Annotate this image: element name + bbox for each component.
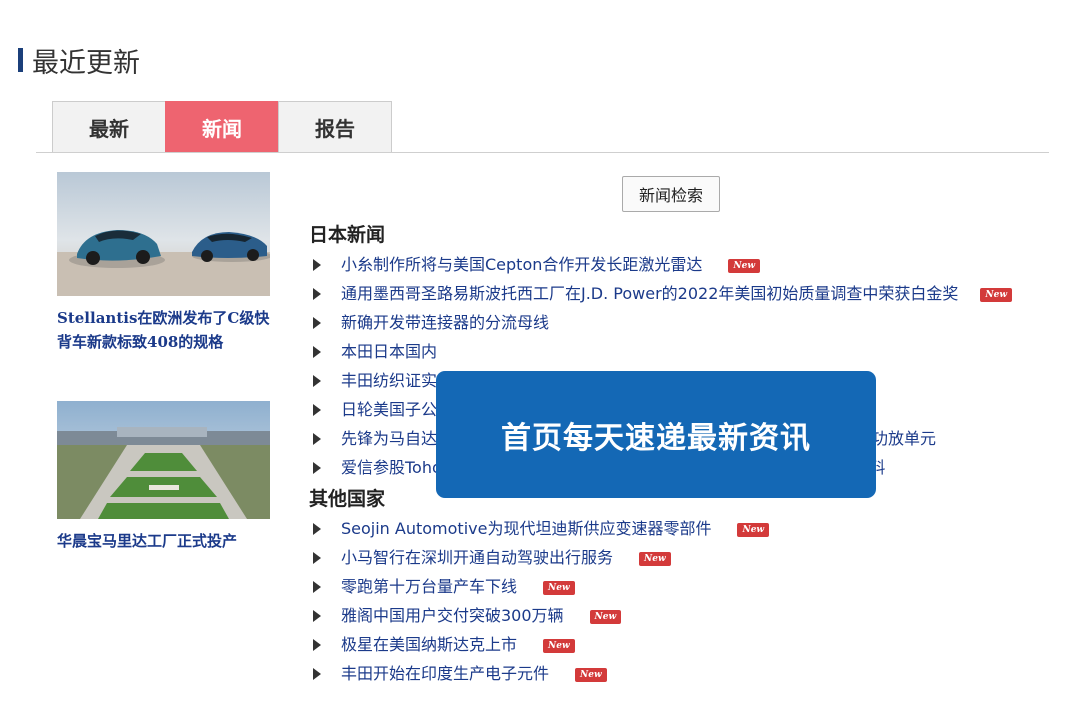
tab-latest[interactable]: 最新: [52, 101, 166, 153]
news-item-title[interactable]: 丰田开始在印度生产电子元件: [341, 664, 549, 683]
new-badge: New: [639, 551, 671, 566]
news-item-title[interactable]: 通用墨西哥圣路易斯波托西工厂在J.D. Power的2022年美国初始质量调查中…: [341, 284, 958, 303]
news-item[interactable]: 雅阁中国用户交付突破300万辆 New: [309, 601, 1039, 630]
news-item-title[interactable]: 小马智行在深圳开通自动驾驶出行服务: [341, 548, 613, 567]
news-item-title-tail[interactable]: 功放单元: [872, 424, 936, 453]
bullet-arrow-icon: [313, 462, 321, 474]
news-item[interactable]: Seojin Automotive为现代坦迪斯供应变速器零部件 New: [309, 514, 1039, 543]
news-item[interactable]: 丰田开始在印度生产电子元件 New: [309, 659, 1039, 688]
bullet-arrow-icon: [313, 581, 321, 593]
promo-toast: 首页每天速递最新资讯: [436, 371, 876, 498]
new-badge: New: [575, 667, 607, 682]
bullet-arrow-icon: [313, 668, 321, 680]
card-caption[interactable]: 华晨宝马里达工厂正式投产: [57, 529, 270, 553]
new-badge: New: [980, 287, 1013, 302]
news-item[interactable]: 通用墨西哥圣路易斯波托西工厂在J.D. Power的2022年美国初始质量调查中…: [309, 279, 1039, 308]
news-item[interactable]: 极星在美国纳斯达克上市 New: [309, 630, 1039, 659]
news-item-title[interactable]: 极星在美国纳斯达克上市: [341, 635, 517, 654]
section-header: 最近更新: [18, 40, 140, 80]
section-title: 最近更新: [32, 47, 140, 79]
card-caption[interactable]: Stellantis在欧洲发布了C级快背车新款标致408的规格: [57, 306, 270, 354]
news-item-title[interactable]: 丰田纺织证实: [341, 371, 437, 390]
tab-reports[interactable]: 报告: [278, 101, 392, 153]
new-badge: New: [543, 638, 575, 653]
bullet-arrow-icon: [313, 288, 321, 300]
car-photo[interactable]: [57, 172, 270, 296]
new-badge: New: [543, 580, 575, 595]
tab-news[interactable]: 新闻: [165, 101, 279, 153]
news-item-title[interactable]: 雅阁中国用户交付突破300万辆: [341, 606, 564, 625]
news-item-title[interactable]: 本田日本国内: [341, 342, 437, 361]
promo-toast-text: 首页每天速递最新资讯: [501, 420, 811, 456]
bullet-arrow-icon: [313, 610, 321, 622]
factory-photo[interactable]: [57, 401, 270, 519]
news-item[interactable]: 本田日本国内: [309, 337, 1039, 366]
featured-card-peugeot[interactable]: Stellantis在欧洲发布了C级快背车新款标致408的规格: [57, 172, 270, 354]
bullet-arrow-icon: [313, 346, 321, 358]
bullet-arrow-icon: [313, 639, 321, 651]
news-item-title[interactable]: 日轮美国子公: [341, 400, 437, 419]
news-item[interactable]: 新确开发带连接器的分流母线: [309, 308, 1039, 337]
news-item[interactable]: 小糸制作所将与美国Cepton合作开发长距激光雷达 New: [309, 250, 1039, 279]
new-badge: New: [737, 522, 770, 537]
new-badge: New: [589, 609, 622, 624]
news-item[interactable]: 小马智行在深圳开通自动驾驶出行服务 New: [309, 543, 1039, 572]
bullet-arrow-icon: [313, 259, 321, 271]
news-item-title[interactable]: Seojin Automotive为现代坦迪斯供应变速器零部件: [341, 519, 711, 538]
tab-bar: 最新 新闻 报告: [52, 101, 392, 153]
group-heading-japan: 日本新闻: [309, 224, 386, 246]
title-accent-bar: [18, 48, 23, 72]
new-badge: New: [728, 258, 761, 273]
news-item-title[interactable]: 零跑第十万台量产车下线: [341, 577, 517, 596]
news-item-title[interactable]: 小糸制作所将与美国Cepton合作开发长距激光雷达: [341, 255, 702, 274]
bullet-arrow-icon: [313, 317, 321, 329]
news-item-title[interactable]: 先锋为马自达: [341, 429, 437, 448]
bullet-arrow-icon: [313, 523, 321, 535]
bullet-arrow-icon: [313, 552, 321, 564]
bullet-arrow-icon: [313, 404, 321, 416]
news-search-button[interactable]: 新闻检索: [622, 176, 720, 212]
tab-divider: [36, 152, 1049, 153]
news-item-title[interactable]: 新确开发带连接器的分流母线: [341, 313, 549, 332]
featured-card-bmw[interactable]: 华晨宝马里达工厂正式投产: [57, 401, 270, 553]
news-item[interactable]: 零跑第十万台量产车下线 New: [309, 572, 1039, 601]
bullet-arrow-icon: [313, 433, 321, 445]
bullet-arrow-icon: [313, 375, 321, 387]
